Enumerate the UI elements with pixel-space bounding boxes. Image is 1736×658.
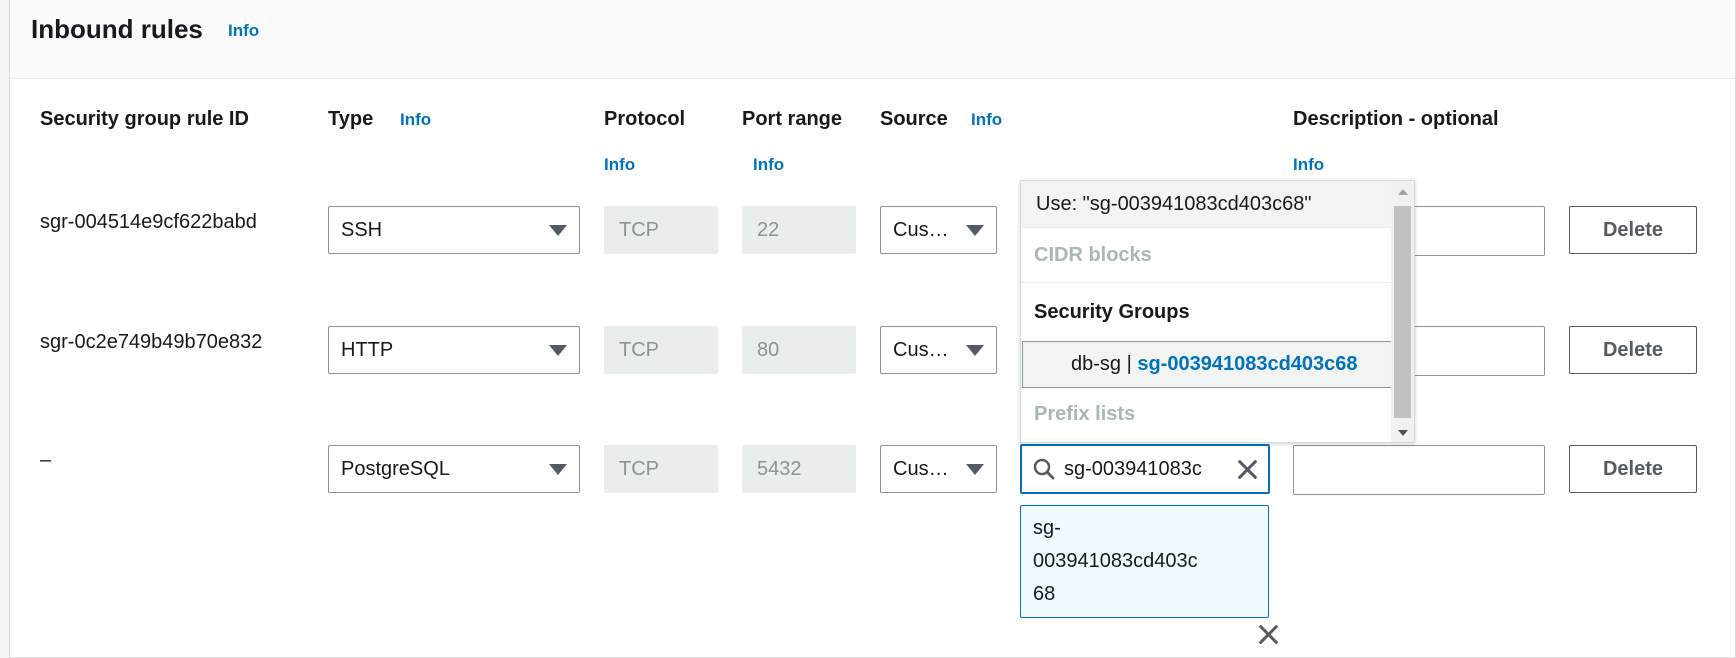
cidr-blocks-group-label: CIDR blocks (1034, 243, 1152, 266)
source-type-value: Cus… (893, 457, 949, 480)
dropdown-scrollbar[interactable] (1391, 181, 1414, 442)
prefix-lists-group-label: Prefix lists (1034, 402, 1136, 425)
protocol-info-link[interactable]: Info (604, 155, 635, 175)
source-type-select[interactable]: Cus… (880, 445, 997, 493)
rule-id: – (40, 449, 52, 471)
token-text-line: 68 (1033, 583, 1056, 605)
security-groups-group-label: Security Groups (1034, 300, 1190, 323)
search-icon (1033, 458, 1055, 480)
source-search-input[interactable]: sg-003941083c (1020, 444, 1270, 494)
rule-id: sgr-004514e9cf622babd (40, 211, 257, 233)
sg-option-name: db-sg (1071, 353, 1122, 375)
panel-header (10, 0, 1735, 79)
type-value: SSH (341, 218, 383, 241)
caret-down-icon (966, 224, 984, 236)
col-rule-id: Security group rule ID (40, 108, 249, 130)
protocol-field: TCP (604, 445, 718, 493)
token-text-line: sg- (1033, 517, 1061, 539)
caret-down-icon (549, 463, 567, 475)
source-type-value: Cus… (893, 338, 949, 361)
security-group-option[interactable]: db-sg | sg-003941083cd403c68 (1022, 341, 1392, 388)
token-text-line: 003941083cd403c (1033, 550, 1198, 572)
scroll-thumb[interactable] (1394, 206, 1411, 418)
type-select[interactable]: HTTP (328, 326, 580, 374)
scroll-up-arrow-icon[interactable] (1398, 189, 1408, 195)
port-range-field: 80 (742, 326, 856, 374)
port-range-field: 5432 (742, 445, 856, 493)
col-port-range: Port range (742, 108, 843, 130)
section-title: Inbound rules (31, 14, 203, 44)
source-token: sg- 003941083cd403c 68 (1020, 505, 1269, 618)
rule-id: sgr-0c2e749b49b70e832 (40, 331, 263, 353)
description-input[interactable] (1293, 445, 1545, 495)
col-protocol: Protocol (604, 108, 686, 130)
section-info-link[interactable]: Info (228, 21, 259, 41)
source-info-link[interactable]: Info (971, 110, 1002, 130)
port-range-field: 22 (742, 206, 856, 254)
scroll-down-arrow-icon[interactable] (1398, 430, 1408, 436)
delete-button[interactable]: Delete (1569, 326, 1697, 374)
clear-icon[interactable] (1236, 458, 1258, 480)
source-type-select[interactable]: Cus… (880, 326, 997, 374)
sg-option-id: sg-003941083cd403c68 (1137, 353, 1358, 375)
search-query: sg-003941083c (1064, 457, 1202, 480)
protocol-field: TCP (604, 206, 718, 254)
type-value: PostgreSQL (341, 457, 450, 480)
divider (1021, 282, 1393, 283)
sg-option-separator: | (1121, 353, 1138, 375)
port-info-link[interactable]: Info (753, 155, 784, 175)
caret-down-icon (549, 344, 567, 356)
delete-button[interactable]: Delete (1569, 445, 1697, 493)
delete-button[interactable]: Delete (1569, 206, 1697, 254)
source-dropdown: Use: "sg-003941083cd403c68" CIDR blocks … (1020, 180, 1415, 443)
caret-down-icon (966, 463, 984, 475)
source-type-value: Cus… (893, 218, 949, 241)
caret-down-icon (966, 344, 984, 356)
description-info-link[interactable]: Info (1293, 155, 1324, 175)
col-type: Type (328, 108, 374, 130)
source-type-select[interactable]: Cus… (880, 206, 997, 254)
type-info-link[interactable]: Info (400, 110, 431, 130)
caret-down-icon (549, 224, 567, 236)
type-select[interactable]: PostgreSQL (328, 445, 580, 493)
use-value-option[interactable]: Use: "sg-003941083cd403c68" (1021, 181, 1393, 228)
type-select[interactable]: SSH (328, 206, 580, 254)
col-description: Description - optional (1293, 108, 1499, 130)
protocol-field: TCP (604, 326, 718, 374)
type-value: HTTP (341, 338, 394, 361)
col-source: Source (880, 108, 948, 130)
